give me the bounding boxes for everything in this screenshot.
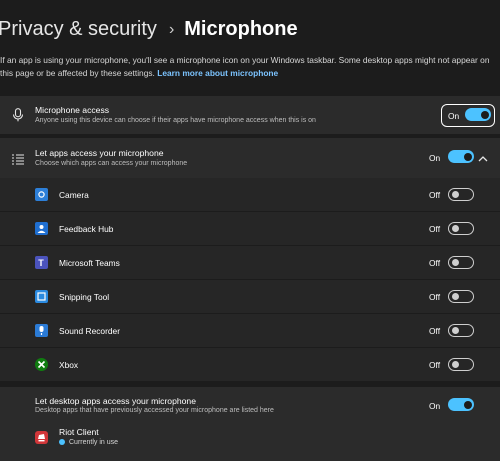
app-list-icon — [10, 151, 26, 167]
desktop-apps-title: Let desktop apps access your microphone — [35, 396, 196, 406]
riot-client-name: Riot Client — [59, 427, 99, 437]
app-name: Microsoft Teams — [59, 258, 120, 268]
sound-recorder-icon — [35, 324, 48, 337]
app-row-snipping-tool: Snipping Tool Off — [0, 280, 500, 313]
desktop-apps-toggle[interactable] — [448, 398, 474, 411]
app-name: Feedback Hub — [59, 224, 114, 234]
xbox-toggle[interactable] — [448, 358, 474, 371]
microsoft-teams-toggle[interactable] — [448, 256, 474, 269]
page-description: If an app is using your microphone, you'… — [0, 54, 500, 80]
app-name: Camera — [59, 190, 89, 200]
xbox-icon — [35, 358, 48, 371]
riot-client-status: Currently in use — [59, 439, 118, 446]
app-state: Off — [429, 326, 441, 336]
teams-icon: T — [35, 256, 48, 269]
feedback-hub-toggle[interactable] — [448, 222, 474, 235]
snipping-tool-icon — [35, 290, 48, 303]
snipping-tool-toggle[interactable] — [448, 290, 474, 303]
sound-recorder-toggle[interactable] — [448, 324, 474, 337]
svg-text:T: T — [38, 258, 44, 268]
app-row-sound-recorder: Sound Recorder Off — [0, 314, 500, 347]
breadcrumb-separator: › — [168, 20, 175, 38]
microphone-access-state: On — [448, 111, 460, 121]
app-state: Off — [429, 224, 441, 234]
microphone-access-card: Microphone access Anyone using this devi… — [0, 96, 500, 134]
feedback-hub-icon — [35, 222, 48, 235]
desktop-apps-subtitle: Desktop apps that have previously access… — [35, 407, 274, 414]
app-row-xbox: Xbox Off — [0, 348, 500, 381]
apps-access-card[interactable]: Let apps access your microphone Choose w… — [0, 138, 500, 178]
app-state: Off — [429, 190, 441, 200]
microphone-access-title: Microphone access — [35, 105, 110, 115]
microphone-icon — [10, 107, 26, 123]
riot-client-status-text: Currently in use — [69, 439, 119, 446]
app-name: Xbox — [59, 360, 79, 370]
in-use-status-icon — [59, 439, 65, 446]
breadcrumb: Privacy & security › Microphone — [0, 18, 298, 41]
desktop-apps-state: On — [429, 401, 441, 411]
app-row-feedback-hub: Feedback Hub Off — [0, 212, 500, 245]
page-title: Microphone — [184, 18, 298, 40]
apps-access-toggle[interactable] — [448, 150, 474, 163]
desktop-apps-card: Let desktop apps access your microphone … — [0, 387, 500, 461]
app-name: Snipping Tool — [59, 292, 110, 302]
camera-toggle[interactable] — [448, 188, 474, 201]
apps-access-title: Let apps access your microphone — [35, 148, 164, 158]
app-state: Off — [429, 292, 441, 302]
app-row-camera: Camera Off — [0, 178, 500, 211]
camera-app-icon — [35, 188, 48, 201]
app-state: Off — [429, 258, 441, 268]
apps-access-state: On — [429, 153, 441, 163]
learn-more-link[interactable]: Learn more about microphone — [157, 68, 278, 78]
breadcrumb-parent[interactable]: Privacy & security — [0, 18, 157, 41]
microphone-access-toggle[interactable] — [465, 108, 491, 121]
chevron-up-icon[interactable] — [478, 150, 488, 168]
app-row-microsoft-teams: T Microsoft Teams Off — [0, 246, 500, 279]
app-name: Sound Recorder — [59, 326, 120, 336]
apps-access-subtitle: Choose which apps can access your microp… — [35, 160, 188, 167]
app-state: Off — [429, 360, 441, 370]
riot-client-icon — [35, 431, 48, 444]
microphone-access-subtitle: Anyone using this device can choose if t… — [35, 117, 316, 124]
